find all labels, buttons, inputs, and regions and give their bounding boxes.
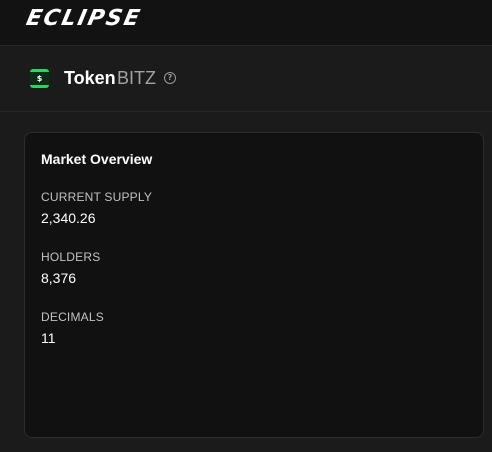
eclipse-logo[interactable]: ECLIPSE (24, 6, 144, 31)
token-symbol: BITZ (117, 68, 156, 88)
current-supply-label: CURRENT SUPPLY (41, 190, 153, 204)
card-title: Market Overview (41, 151, 153, 167)
market-overview-card: Market Overview CURRENT SUPPLY 2,340.26 … (24, 132, 484, 438)
holders-value: 8,376 (41, 270, 77, 286)
top-bar: ECLIPSE (0, 0, 492, 46)
holders-label: HOLDERS (41, 250, 101, 264)
current-supply-value: 2,340.26 (41, 210, 96, 226)
dollar-token-icon: $ (30, 69, 49, 88)
question-circle-icon[interactable]: ? (164, 72, 176, 84)
decimals-label: DECIMALS (41, 310, 104, 324)
token-header: $ Token BITZ ? (0, 46, 492, 112)
decimals-value: 11 (41, 330, 56, 346)
token-title: Token (64, 68, 116, 88)
